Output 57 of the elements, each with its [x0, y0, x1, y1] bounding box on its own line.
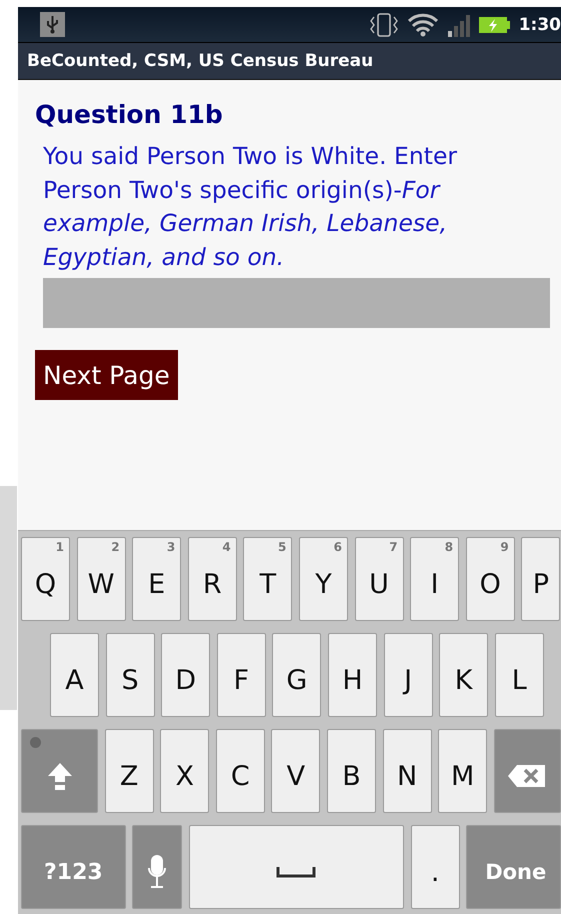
- keyboard-key[interactable]: F: [216, 633, 266, 717]
- usb-icon: [40, 12, 65, 37]
- keyboard-key[interactable]: M: [438, 729, 488, 813]
- keyboard-key[interactable]: T 5: [243, 537, 292, 621]
- keyboard-key[interactable]: G: [272, 633, 322, 717]
- done-key[interactable]: Done: [466, 825, 561, 909]
- space-key[interactable]: [188, 825, 404, 909]
- keyboard-key[interactable]: J: [384, 633, 433, 717]
- key-hint: 5: [278, 540, 286, 554]
- key-hint: 4: [222, 540, 231, 554]
- question-text: You said Person Two is White. Enter Person Two's specific origin(s)-For example, German Irish, Lebanese, Egyptian, and so on.: [43, 141, 458, 272]
- keyboard-key[interactable]: W 2: [76, 537, 126, 621]
- keyboard-key[interactable]: O 9: [466, 537, 515, 621]
- key-hint: 8: [444, 540, 454, 554]
- key-hint: 9: [500, 540, 509, 554]
- microphone-icon: [147, 854, 168, 890]
- keyboard-key[interactable]: H: [328, 633, 377, 717]
- keyboard-key[interactable]: V: [271, 729, 320, 813]
- shift-key[interactable]: [21, 729, 98, 813]
- caps-lock-indicator: [30, 737, 41, 748]
- next-page-button[interactable]: Next Page: [35, 350, 178, 400]
- key-hint: 1: [56, 540, 64, 554]
- clock-time: 1:30: [518, 14, 561, 34]
- keyboard-key[interactable]: B: [326, 729, 376, 813]
- keyboard-key[interactable]: N: [382, 729, 432, 813]
- keyboard-key[interactable]: C: [216, 729, 265, 813]
- backspace-key[interactable]: [494, 729, 561, 813]
- keyboard-key[interactable]: Q 1: [21, 537, 70, 621]
- key-hint: 2: [111, 540, 120, 554]
- keyboard-key[interactable]: I 8: [410, 537, 460, 621]
- wifi-icon: [406, 12, 439, 36]
- question-title: Question 11b: [35, 100, 223, 130]
- key-hint: 7: [389, 540, 398, 554]
- keyboard-key[interactable]: A: [50, 633, 99, 717]
- keyboard-key[interactable]: Y 6: [298, 537, 348, 621]
- backspace-icon: [507, 763, 548, 789]
- keyboard-key[interactable]: E 3: [132, 537, 182, 621]
- keyboard-key[interactable]: Z: [104, 729, 154, 813]
- symbols-key[interactable]: ?123: [21, 825, 126, 909]
- key-hint: 3: [166, 540, 176, 554]
- keyboard-key[interactable]: U 7: [354, 537, 404, 621]
- vibrate-icon: [368, 12, 399, 38]
- key-hint: 6: [334, 540, 342, 554]
- keyboard-key[interactable]: P: [521, 537, 560, 621]
- app-title: BeCounted, CSM, US Census Bureau: [27, 51, 374, 71]
- signal-icon: [446, 12, 471, 36]
- microphone-key[interactable]: [132, 825, 182, 909]
- keyboard-key[interactable]: S: [106, 633, 155, 717]
- period-key[interactable]: .: [410, 825, 460, 909]
- space-bar-icon: [276, 866, 316, 878]
- keyboard-key[interactable]: L: [494, 633, 544, 717]
- keyboard-key[interactable]: X: [160, 729, 210, 813]
- keyboard-key[interactable]: R 4: [188, 537, 237, 621]
- keyboard-key[interactable]: D: [161, 633, 210, 717]
- answer-field[interactable]: [43, 278, 550, 328]
- keyboard-key[interactable]: K: [439, 633, 488, 717]
- battery-icon: [478, 16, 511, 34]
